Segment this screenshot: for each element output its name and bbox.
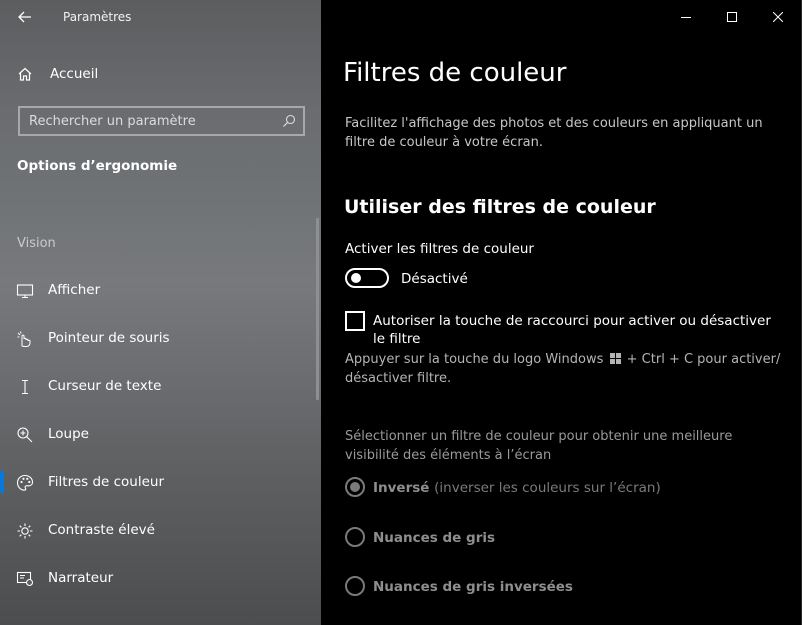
sidebar-item-label: Accueil [50, 66, 99, 82]
sidebar-item-label: Afficher [48, 282, 101, 298]
minimize-button[interactable] [663, 0, 709, 34]
magnifier-icon [17, 427, 33, 443]
radio-inverted-grayscale-label[interactable]: Nuances de gris inversées [373, 579, 573, 595]
radio-option-label: Inversé [373, 480, 430, 496]
radio-option-detail: (inverser les couleurs sur l’écran) [434, 480, 661, 496]
display-icon [16, 284, 34, 299]
selection-indicator [0, 471, 4, 493]
windows-logo-icon [609, 353, 621, 364]
section-subtitle: Utiliser des filtres de couleur [344, 196, 656, 218]
radio-dot [350, 482, 360, 492]
sidebar-item-label: Loupe [48, 426, 89, 442]
toggle-label: Activer les filtres de couleur [345, 241, 534, 257]
minimize-icon [681, 17, 691, 18]
sidebar-item-label: Pointeur de souris [48, 330, 170, 346]
sidebar-item-home[interactable]: Accueil [0, 58, 321, 90]
close-icon [773, 12, 783, 22]
group-label: Vision [17, 236, 56, 251]
sidebar-item-label: Narrateur [48, 570, 114, 586]
mouse-pointer-icon [17, 331, 31, 347]
radio-grayscale-label[interactable]: Nuances de gris [373, 530, 495, 546]
radio-inverted-grayscale[interactable] [345, 576, 365, 596]
search-icon[interactable] [282, 114, 296, 128]
shortcut-checkbox-label[interactable]: Autoriser la touche de raccourci pour ac… [373, 312, 773, 348]
color-filter-toggle[interactable] [345, 268, 389, 288]
main-content: Filtres de couleur Facilitez l'affichage… [321, 0, 802, 625]
sidebar-item-color-filters[interactable]: Filtres de couleur [0, 462, 321, 502]
sidebar-item-magnifier[interactable]: Loupe [0, 414, 321, 454]
page-title: Filtres de couleur [343, 58, 567, 88]
sidebar-item-high-contrast[interactable]: Contraste élevé [0, 510, 321, 550]
radio-grayscale[interactable] [345, 527, 365, 547]
page-description: Facilitez l'affichage des photos et des … [345, 116, 763, 150]
back-arrow-icon [18, 11, 31, 23]
sidebar-scrollbar[interactable] [316, 218, 319, 400]
toggle-state-text: Désactivé [401, 271, 468, 287]
sidebar-item-label: Curseur de texte [48, 378, 162, 394]
home-icon [18, 67, 32, 81]
text-cursor-icon [22, 379, 28, 395]
radio-inverted-label[interactable]: Inversé (inverser les couleurs sur l’écr… [373, 480, 661, 496]
sidebar-item-text-cursor[interactable]: Curseur de texte [0, 366, 321, 406]
shortcut-hint-start: Appuyer sur la touche du logo Windows [345, 352, 604, 367]
sidebar-item-label: Filtres de couleur [48, 474, 165, 490]
toggle-knob [351, 273, 361, 283]
filter-select-label: Sélectionner un filtre de couleur pour o… [345, 429, 733, 463]
radio-inverted[interactable] [345, 477, 365, 497]
back-button[interactable] [12, 6, 38, 28]
palette-icon [16, 474, 34, 491]
search-box[interactable] [18, 106, 305, 136]
close-button[interactable] [755, 0, 801, 34]
sidebar-item-mouse-pointer[interactable]: Pointeur de souris [0, 318, 321, 358]
sidebar-item-narrator[interactable]: Narrateur [0, 558, 321, 598]
section-title: Options d’ergonomie [17, 158, 178, 174]
search-input[interactable] [20, 108, 303, 134]
sidebar-item-display[interactable]: Afficher [0, 270, 321, 310]
shortcut-hint: Appuyer sur la touche du logo Windows + … [345, 350, 785, 388]
contrast-icon [17, 523, 33, 539]
narrator-icon [16, 571, 34, 587]
sidebar-item-label: Contraste élevé [48, 522, 155, 538]
sidebar: Paramètres Accueil Options d’ergonomie V… [0, 0, 321, 625]
app-title: Paramètres [63, 10, 132, 24]
maximize-icon [727, 12, 737, 22]
maximize-button[interactable] [709, 0, 755, 34]
shortcut-checkbox[interactable] [345, 311, 365, 331]
titlebar-left: Paramètres [0, 0, 321, 34]
